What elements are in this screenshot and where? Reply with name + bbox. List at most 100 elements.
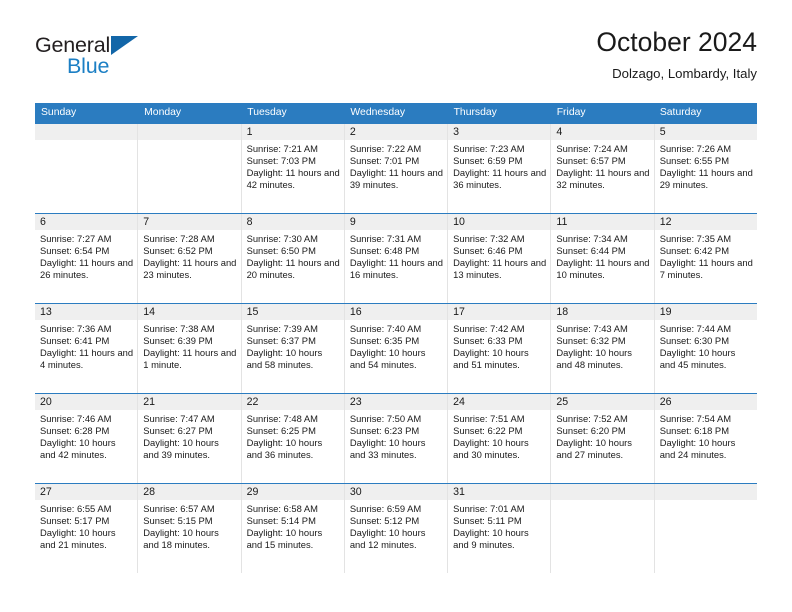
page-title: October 2024	[596, 27, 757, 57]
daylight-text: Daylight: 11 hours and 13 minutes.	[453, 257, 547, 281]
daylight-text: Daylight: 11 hours and 4 minutes.	[40, 347, 134, 371]
calendar-day-cell[interactable]: 6 Sunrise: 7:27 AM Sunset: 6:54 PM Dayli…	[35, 214, 139, 303]
sunset-text: Sunset: 7:03 PM	[246, 155, 316, 167]
daylight-text: Daylight: 10 hours and 33 minutes.	[349, 437, 426, 461]
day-number: 4	[551, 124, 654, 140]
sunset-text: Sunset: 6:37 PM	[246, 335, 316, 347]
sunrise-text: Sunrise: 7:40 AM	[349, 323, 422, 334]
calendar-day-cell[interactable]: 27 Sunrise: 6:55 AM Sunset: 5:17 PM Dayl…	[35, 484, 139, 573]
day-info: Sunrise: 7:46 AM Sunset: 6:28 PM Dayligh…	[35, 410, 137, 461]
calendar-day-cell[interactable]: 22 Sunrise: 7:48 AM Sunset: 6:25 PM Dayl…	[241, 394, 345, 483]
sunrise-text: Sunrise: 7:36 AM	[40, 323, 112, 334]
calendar-day-cell[interactable]: 14 Sunrise: 7:38 AM Sunset: 6:39 PM Dayl…	[138, 304, 242, 393]
sunset-text: Sunset: 6:35 PM	[349, 335, 420, 347]
calendar-day-cell[interactable]: 30 Sunrise: 6:59 AM Sunset: 5:12 PM Dayl…	[344, 484, 449, 573]
day-number: 16	[344, 304, 448, 320]
day-number: 7	[138, 214, 241, 230]
daylight-text: Daylight: 11 hours and 32 minutes.	[556, 167, 650, 191]
day-info: Sunrise: 7:43 AM Sunset: 6:32 PM Dayligh…	[551, 320, 653, 371]
calendar-day-cell[interactable]: 20 Sunrise: 7:46 AM Sunset: 6:28 PM Dayl…	[35, 394, 139, 483]
sunset-text: Sunset: 6:48 PM	[349, 245, 420, 257]
daylight-text: Daylight: 10 hours and 39 minutes.	[143, 437, 219, 461]
sunset-text: Sunset: 6:23 PM	[349, 425, 420, 437]
sunrise-text: Sunrise: 7:31 AM	[349, 233, 422, 244]
calendar-day-cell[interactable]: 11 Sunrise: 7:34 AM Sunset: 6:44 PM Dayl…	[551, 214, 655, 303]
day-info: Sunrise: 7:47 AM Sunset: 6:27 PM Dayligh…	[138, 410, 240, 461]
weekday-header-row: Sunday Monday Tuesday Wednesday Thursday…	[35, 103, 757, 123]
day-info: Sunrise: 7:28 AM Sunset: 6:52 PM Dayligh…	[138, 230, 240, 281]
sunrise-text: Sunrise: 7:30 AM	[246, 233, 318, 244]
calendar-day-cell[interactable]: 31 Sunrise: 7:01 AM Sunset: 5:11 PM Dayl…	[448, 484, 552, 573]
calendar-day-cell[interactable]: 15 Sunrise: 7:39 AM Sunset: 6:37 PM Dayl…	[241, 304, 345, 393]
calendar-day-cell	[654, 484, 757, 573]
sunrise-text: Sunrise: 6:57 AM	[143, 503, 215, 514]
sunrise-text: Sunrise: 7:35 AM	[659, 233, 732, 244]
calendar-day-cell[interactable]: 12 Sunrise: 7:35 AM Sunset: 6:42 PM Dayl…	[654, 214, 757, 303]
day-info: Sunrise: 7:24 AM Sunset: 6:57 PM Dayligh…	[551, 140, 653, 191]
sunrise-text: Sunrise: 7:32 AM	[453, 233, 525, 244]
daylight-text: Daylight: 10 hours and 54 minutes.	[349, 347, 426, 371]
day-number	[35, 124, 138, 140]
day-info: Sunrise: 7:23 AM Sunset: 6:59 PM Dayligh…	[448, 140, 550, 191]
day-info: Sunrise: 7:22 AM Sunset: 7:01 PM Dayligh…	[345, 140, 447, 191]
calendar-day-cell[interactable]: 24 Sunrise: 7:51 AM Sunset: 6:22 PM Dayl…	[448, 394, 552, 483]
daylight-text: Daylight: 10 hours and 42 minutes.	[40, 437, 116, 461]
day-number	[551, 484, 654, 500]
sunset-text: Sunset: 6:25 PM	[246, 425, 316, 437]
calendar-day-cell[interactable]: 16 Sunrise: 7:40 AM Sunset: 6:35 PM Dayl…	[344, 304, 449, 393]
calendar-day-cell[interactable]: 1 Sunrise: 7:21 AM Sunset: 7:03 PM Dayli…	[241, 124, 345, 213]
calendar-day-cell[interactable]: 4 Sunrise: 7:24 AM Sunset: 6:57 PM Dayli…	[551, 124, 655, 213]
sunset-text: Sunset: 6:46 PM	[453, 245, 523, 257]
sunrise-text: Sunrise: 7:43 AM	[556, 323, 628, 334]
daylight-text: Daylight: 10 hours and 9 minutes.	[453, 527, 529, 551]
day-number: 28	[138, 484, 241, 500]
sunrise-text: Sunrise: 7:51 AM	[453, 413, 525, 424]
sunrise-text: Sunrise: 6:58 AM	[246, 503, 318, 514]
day-number: 3	[448, 124, 551, 140]
calendar-day-cell[interactable]: 21 Sunrise: 7:47 AM Sunset: 6:27 PM Dayl…	[138, 394, 242, 483]
calendar-day-cell[interactable]: 7 Sunrise: 7:28 AM Sunset: 6:52 PM Dayli…	[138, 214, 242, 303]
calendar-day-cell[interactable]: 17 Sunrise: 7:42 AM Sunset: 6:33 PM Dayl…	[448, 304, 552, 393]
daylight-text: Daylight: 10 hours and 12 minutes.	[349, 527, 426, 551]
weekday-header-saturday: Saturday	[659, 107, 702, 118]
day-info: Sunrise: 7:38 AM Sunset: 6:39 PM Dayligh…	[138, 320, 240, 371]
sunset-text: Sunset: 6:55 PM	[659, 155, 729, 167]
day-number: 22	[241, 394, 344, 410]
daylight-text: Daylight: 11 hours and 36 minutes.	[453, 167, 547, 191]
sunrise-text: Sunrise: 7:23 AM	[453, 143, 525, 154]
location-subtitle: Dolzago, Lombardy, Italy	[612, 66, 757, 82]
calendar-day-cell[interactable]: 28 Sunrise: 6:57 AM Sunset: 5:15 PM Dayl…	[138, 484, 242, 573]
calendar-day-cell[interactable]: 10 Sunrise: 7:32 AM Sunset: 6:46 PM Dayl…	[448, 214, 552, 303]
weekday-header-thursday: Thursday	[453, 107, 497, 118]
calendar-day-cell[interactable]: 9 Sunrise: 7:31 AM Sunset: 6:48 PM Dayli…	[344, 214, 449, 303]
calendar-day-cell[interactable]: 25 Sunrise: 7:52 AM Sunset: 6:20 PM Dayl…	[551, 394, 655, 483]
day-number: 19	[654, 304, 757, 320]
calendar-day-cell	[138, 124, 242, 213]
sunrise-text: Sunrise: 7:48 AM	[246, 413, 318, 424]
calendar-week-row: 6 Sunrise: 7:27 AM Sunset: 6:54 PM Dayli…	[35, 213, 757, 303]
calendar-day-cell[interactable]: 18 Sunrise: 7:43 AM Sunset: 6:32 PM Dayl…	[551, 304, 655, 393]
sunset-text: Sunset: 6:59 PM	[453, 155, 523, 167]
calendar-day-cell[interactable]: 5 Sunrise: 7:26 AM Sunset: 6:55 PM Dayli…	[654, 124, 757, 213]
logo-triangle-icon	[111, 36, 138, 55]
calendar-day-cell[interactable]: 13 Sunrise: 7:36 AM Sunset: 6:41 PM Dayl…	[35, 304, 139, 393]
title-block: October 2024 Dolzago, Lombardy, Italy	[596, 27, 757, 82]
calendar-day-cell[interactable]: 26 Sunrise: 7:54 AM Sunset: 6:18 PM Dayl…	[654, 394, 757, 483]
calendar-grid: Sunday Monday Tuesday Wednesday Thursday…	[35, 103, 757, 573]
calendar-day-cell[interactable]: 2 Sunrise: 7:22 AM Sunset: 7:01 PM Dayli…	[344, 124, 449, 213]
daylight-text: Daylight: 11 hours and 10 minutes.	[556, 257, 650, 281]
daylight-text: Daylight: 10 hours and 15 minutes.	[246, 527, 323, 551]
day-info: Sunrise: 7:54 AM Sunset: 6:18 PM Dayligh…	[655, 410, 757, 461]
calendar-day-cell[interactable]: 3 Sunrise: 7:23 AM Sunset: 6:59 PM Dayli…	[448, 124, 552, 213]
day-info: Sunrise: 7:31 AM Sunset: 6:48 PM Dayligh…	[345, 230, 447, 281]
day-info: Sunrise: 7:32 AM Sunset: 6:46 PM Dayligh…	[448, 230, 550, 281]
sunset-text: Sunset: 6:33 PM	[453, 335, 523, 347]
calendar-day-cell[interactable]: 8 Sunrise: 7:30 AM Sunset: 6:50 PM Dayli…	[241, 214, 345, 303]
day-number: 1	[241, 124, 344, 140]
calendar-day-cell[interactable]: 19 Sunrise: 7:44 AM Sunset: 6:30 PM Dayl…	[654, 304, 757, 393]
day-info: Sunrise: 7:44 AM Sunset: 6:30 PM Dayligh…	[655, 320, 757, 371]
calendar-week-row: 20 Sunrise: 7:46 AM Sunset: 6:28 PM Dayl…	[35, 393, 757, 483]
day-info: Sunrise: 7:39 AM Sunset: 6:37 PM Dayligh…	[242, 320, 344, 371]
calendar-day-cell[interactable]: 29 Sunrise: 6:58 AM Sunset: 5:14 PM Dayl…	[241, 484, 345, 573]
calendar-day-cell[interactable]: 23 Sunrise: 7:50 AM Sunset: 6:23 PM Dayl…	[344, 394, 449, 483]
